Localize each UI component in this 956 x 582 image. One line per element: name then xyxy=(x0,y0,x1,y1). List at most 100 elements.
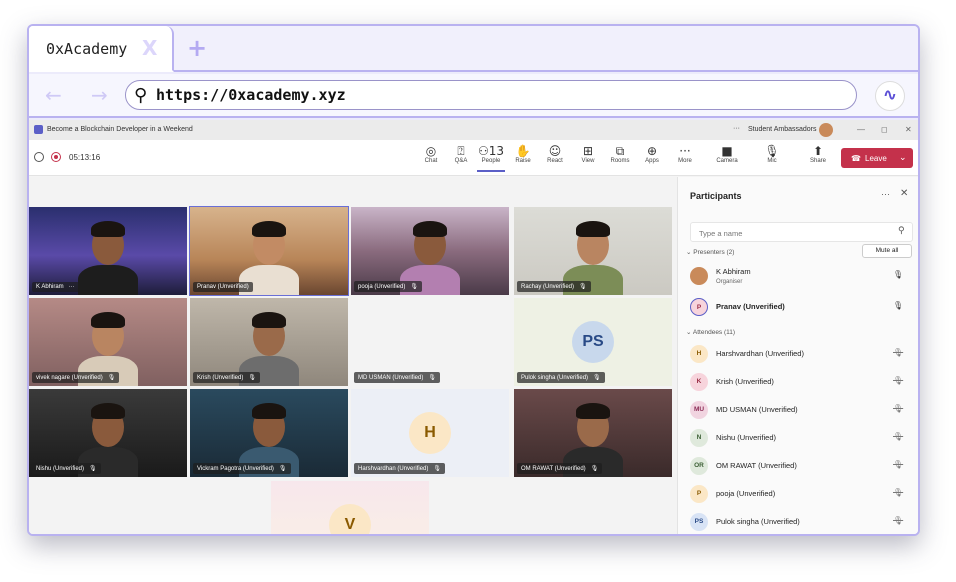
mic-icon[interactable]: 🎙 xyxy=(893,270,903,279)
avatar: K xyxy=(690,373,708,391)
presenter-row[interactable]: K Abhiram Organiser 🎙 xyxy=(690,265,915,287)
tile-name-label: OM RAWAT (Unverified) 🎙 xyxy=(517,463,603,474)
toolbar-more-button[interactable]: ··· More xyxy=(671,144,699,164)
mic-icon[interactable]: 🎙 xyxy=(893,301,903,310)
participants-title: Participants xyxy=(690,191,742,201)
video-tile[interactable]: Krish (Unverified) 🎙 xyxy=(190,298,348,386)
org-name[interactable]: Student Ambassadors xyxy=(748,126,817,133)
presenter-row[interactable]: P Pranav (Unverified) 🎙 xyxy=(690,296,915,318)
video-tile[interactable]: H Harshvardhan (Unverified) 🎙 xyxy=(351,389,509,477)
toolbar-mic-button[interactable]: 🎙 Mic xyxy=(758,144,786,164)
minimize-icon[interactable]: — xyxy=(857,125,865,134)
mic-muted-icon[interactable]: 🎙 xyxy=(893,376,903,385)
video-tile[interactable]: V xyxy=(271,481,429,534)
panel-more-icon[interactable]: ··· xyxy=(881,189,890,199)
toolbar-share-button[interactable]: ⬆ Share xyxy=(804,144,832,164)
tab-title: 0xAcademy xyxy=(46,40,128,58)
attendee-row[interactable]: PS Pulok singha (Unverified) 🎙 xyxy=(690,511,915,533)
tile-name-label: Harshvardhan (Unverified) 🎙 xyxy=(354,463,445,474)
video-tile[interactable]: pooja (Unverified) 🎙 xyxy=(351,207,509,295)
mic-muted-icon[interactable]: 🎙 xyxy=(893,404,903,413)
back-arrow-icon[interactable]: ← xyxy=(45,83,62,107)
video-tile[interactable]: OM RAWAT (Unverified) 🎙 xyxy=(514,389,672,477)
participant-name: Harshvardhan (Unverified) xyxy=(716,349,804,358)
tile-name: MD USMAN (Unverified) xyxy=(358,375,424,381)
chevron-down-icon[interactable]: ⌄ xyxy=(899,152,907,163)
tile-name: OM RAWAT (Unverified) xyxy=(521,466,586,472)
participant-figure xyxy=(78,265,138,295)
mic-icon: 🎙 xyxy=(278,466,287,472)
tile-name-label: K Abhiram ··· xyxy=(32,282,79,292)
attendee-row[interactable]: MU MD USMAN (Unverified) 🎙 xyxy=(690,399,915,421)
mic-muted-icon[interactable]: 🎙 xyxy=(893,460,903,469)
toolbar-label: Q&A xyxy=(454,158,468,164)
video-tile[interactable]: Pranav (Unverified) xyxy=(189,206,349,296)
video-tile[interactable]: Rachay (Unverified) 🎙 xyxy=(514,207,672,295)
attendee-row[interactable]: N Nishu (Unverified) 🎙 xyxy=(690,427,915,449)
mic-muted-icon[interactable]: 🎙 xyxy=(893,488,903,497)
attendee-row[interactable]: H Harshvardhan (Unverified) 🎙 xyxy=(690,343,915,365)
toolbar-label: Apps xyxy=(645,158,659,164)
mic-icon: 🎙 xyxy=(579,284,587,290)
tile-name: K Abhiram xyxy=(36,284,64,290)
url-input[interactable]: ⚲ https://0xacademy.xyz xyxy=(125,80,857,110)
video-tile[interactable]: PS Pulok singha (Unverified) 🎙 xyxy=(514,298,672,386)
video-tile[interactable]: Vickram Pagotra (Unverified) 🎙 xyxy=(190,389,348,477)
attendee-row[interactable]: K Krish (Unverified) 🎙 xyxy=(690,371,915,393)
mute-all-button[interactable]: Mute all xyxy=(862,244,912,258)
presenters-header[interactable]: ⌄ Presenters (2) xyxy=(686,248,734,256)
participant-search-input[interactable]: Type a name ⚲ xyxy=(690,222,913,242)
participant-name: K Abhiram xyxy=(716,267,751,276)
attendee-row[interactable]: Ppooja (Unverified) 🎙 xyxy=(690,483,915,505)
tab-bar: 0xAcademy X + xyxy=(29,26,918,72)
mic-muted-icon[interactable]: 🎙 xyxy=(893,516,903,525)
tile-initials-avatar: H xyxy=(409,412,451,454)
recording-icon xyxy=(51,152,61,162)
tile-name: Harshvardhan (Unverified) xyxy=(358,466,429,472)
participant-figure xyxy=(252,403,286,419)
titlebar-more-icon[interactable]: ··· xyxy=(733,125,740,132)
tab-active[interactable]: 0xAcademy X xyxy=(29,26,174,72)
attendees-header-label: Attendees (11) xyxy=(692,329,736,336)
toolbar-qa-button[interactable]: ⍰ Q&A xyxy=(447,144,475,164)
attendees-header[interactable]: ⌄ Attendees (11) xyxy=(686,328,735,336)
toolbar-react-button[interactable]: ☺ React xyxy=(541,144,569,164)
apps-icon: ⊕ xyxy=(646,144,658,158)
toolbar-view-button[interactable]: ⊞ View xyxy=(574,144,602,164)
panel-close-icon[interactable]: ✕ xyxy=(900,188,908,199)
search-icon: ⚲ xyxy=(898,226,905,236)
address-bar: ← → ⚲ https://0xacademy.xyz ∿ xyxy=(29,74,918,118)
video-tile[interactable]: vivek nagare (Unverified) 🎙 xyxy=(29,298,187,386)
tile-name: Pulok singha (Unverified) xyxy=(521,375,589,381)
video-tile[interactable]: K Abhiram ··· xyxy=(29,207,187,295)
video-tile[interactable]: MD USMAN (Unverified) 🎙 xyxy=(351,298,509,386)
tab-close-icon[interactable]: X xyxy=(142,36,157,60)
forward-arrow-icon[interactable]: → xyxy=(91,83,108,107)
leave-label: Leave xyxy=(865,154,887,163)
tile-name-label: Pulok singha (Unverified) 🎙 xyxy=(517,372,605,383)
mic-muted-icon[interactable]: 🎙 xyxy=(893,432,903,441)
participant-figure xyxy=(576,403,610,419)
toolbar-rooms-button[interactable]: ⧉ Rooms xyxy=(606,144,634,164)
tile-name-label: Pranav (Unverified) xyxy=(193,282,253,292)
new-tab-icon[interactable]: + xyxy=(187,34,207,62)
toolbar-chat-button[interactable]: ◎ Chat xyxy=(417,144,445,164)
avatar: P xyxy=(690,298,708,316)
more-icon: ··· xyxy=(68,284,75,290)
restore-icon[interactable]: ◻ xyxy=(881,125,888,134)
user-avatar[interactable] xyxy=(819,123,833,137)
mic-muted-icon[interactable]: 🎙 xyxy=(893,348,903,357)
video-tile[interactable]: Nishu (Unverified) 🎙 xyxy=(29,389,187,477)
toolbar-camera-button[interactable]: ■ Camera xyxy=(713,144,741,164)
attendee-row[interactable]: OR OM RAWAT (Unverified) 🎙 xyxy=(690,455,915,477)
tile-name-label: MD USMAN (Unverified) 🎙 xyxy=(354,372,440,383)
leave-button[interactable]: ☎ Leave ⌄ xyxy=(841,148,913,168)
toolbar-label: Chat xyxy=(424,158,438,164)
toolbar-people-button[interactable]: ⚇13 People xyxy=(477,144,505,172)
meeting-timer: 05:13:16 xyxy=(69,153,101,162)
toolbar-apps-button[interactable]: ⊕ Apps xyxy=(638,144,666,164)
share-icon: ⬆ xyxy=(812,144,824,158)
close-window-icon[interactable]: ✕ xyxy=(905,125,912,134)
toolbar-raise-button[interactable]: ✋ Raise xyxy=(509,144,537,164)
wave-logo-icon[interactable]: ∿ xyxy=(875,81,905,111)
